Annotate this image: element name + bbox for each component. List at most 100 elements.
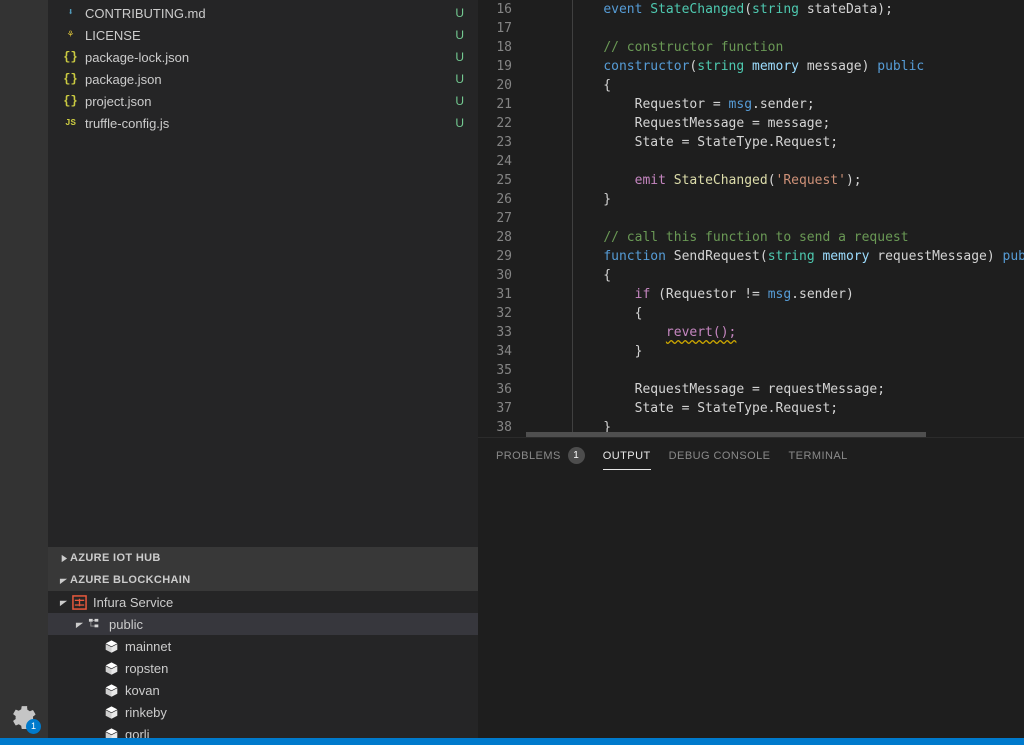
pane-header-azure-blockchain[interactable]: AZURE BLOCKCHAIN: [48, 569, 478, 591]
line-number: 19: [478, 57, 524, 76]
pane-header-azure-iot-hub[interactable]: AZURE IOT HUB: [48, 547, 478, 569]
code-line-text: }: [524, 190, 1024, 209]
code-line-text: {: [524, 266, 1024, 285]
explorer-file-list: ⬇ CONTRIBUTING.md U ⚘LICENSEU {} package-lock…: [48, 0, 478, 134]
explorer-file-item[interactable]: JStruffle-config.jsU: [48, 112, 478, 134]
activity-bar: 1: [0, 0, 48, 745]
manage-settings-button[interactable]: 1: [0, 705, 48, 731]
line-number: 32: [478, 304, 524, 323]
chevron-down-icon: [56, 598, 70, 607]
code-line-text: [524, 19, 1024, 38]
git-status-badge: U: [455, 72, 464, 86]
bottom-panel: PROBLEMS1 OUTPUT DEBUG CONSOLE TERMINAL: [478, 437, 1024, 745]
explorer-file-item[interactable]: {}project.jsonU: [48, 90, 478, 112]
panel-tab-debug-console[interactable]: DEBUG CONSOLE: [669, 438, 771, 473]
line-number: 36: [478, 380, 524, 399]
line-number: 22: [478, 114, 524, 133]
code-line: 17: [478, 19, 1024, 38]
chevron-right-icon: [56, 554, 70, 563]
chevron-down-icon: [56, 576, 70, 585]
json-icon: {}: [62, 49, 79, 65]
code-line-text: RequestMessage = requestMessage;: [524, 380, 1024, 399]
git-status-badge: U: [455, 94, 464, 108]
file-name: CONTRIBUTING.md: [85, 6, 447, 21]
tree-item-label: ropsten: [125, 661, 168, 676]
tree-item-mainnet[interactable]: mainnet: [48, 635, 478, 657]
blockchain-node-icon: [102, 639, 120, 654]
tree-item-label: mainnet: [125, 639, 171, 654]
git-status-badge: U: [455, 50, 464, 64]
line-number: 28: [478, 228, 524, 247]
code-line: 25 emit StateChanged('Request');: [478, 171, 1024, 190]
code-line-text: revert();: [524, 323, 1024, 342]
code-line: 30 {: [478, 266, 1024, 285]
line-number: 29: [478, 247, 524, 266]
code-line: 16 event StateChanged(string stateData);: [478, 0, 1024, 19]
infura-service-icon: [70, 595, 88, 610]
code-line-text: // call this function to send a request: [524, 228, 1024, 247]
chevron-down-icon: [72, 620, 86, 629]
code-line-text: [524, 209, 1024, 228]
status-bar[interactable]: [0, 738, 1024, 745]
line-number: 35: [478, 361, 524, 380]
blockchain-node-icon: [102, 705, 120, 720]
panel-tab-badge: 1: [568, 447, 585, 464]
tree-item-public[interactable]: public: [48, 613, 478, 635]
panel-tab-problems[interactable]: PROBLEMS1: [496, 438, 585, 473]
tree-item-label: kovan: [125, 683, 160, 698]
tree-item-ropsten[interactable]: ropsten: [48, 657, 478, 679]
code-line-text: {: [524, 304, 1024, 323]
sidebar: ⬇ CONTRIBUTING.md U ⚘LICENSEU {} package-lock…: [48, 0, 478, 745]
file-name: package-lock.json: [85, 50, 447, 65]
code-line: 34 }: [478, 342, 1024, 361]
code-line: 29 function SendRequest(string memory re…: [478, 247, 1024, 266]
tree-item-label: rinkeby: [125, 705, 167, 720]
code-line-text: // constructor function: [524, 38, 1024, 57]
code-line: 35: [478, 361, 1024, 380]
tree-item-rinkeby[interactable]: rinkeby: [48, 701, 478, 723]
line-number: 30: [478, 266, 524, 285]
line-number: 21: [478, 95, 524, 114]
code-line: 37 State = StateType.Request;: [478, 399, 1024, 418]
explorer-file-item[interactable]: {} package-lock.json U: [48, 46, 478, 68]
code-line-text: State = StateType.Request;: [524, 399, 1024, 418]
explorer-file-item[interactable]: ⚘LICENSEU: [48, 24, 478, 46]
line-number: 16: [478, 0, 524, 19]
panel-tab-output[interactable]: OUTPUT: [603, 438, 651, 473]
line-number: 31: [478, 285, 524, 304]
code-line-text: Requestor = msg.sender;: [524, 95, 1024, 114]
panel-tab-label: TERMINAL: [788, 450, 847, 462]
git-status-badge: U: [455, 6, 464, 20]
line-number: 23: [478, 133, 524, 152]
editor-area: 16 event StateChanged(string stateData);…: [478, 0, 1024, 745]
code-line-text: State = StateType.Request;: [524, 133, 1024, 152]
blockchain-node-icon: [102, 683, 120, 698]
explorer-file-item[interactable]: ⬇ CONTRIBUTING.md U: [48, 2, 478, 24]
tree-item-kovan[interactable]: kovan: [48, 679, 478, 701]
code-editor[interactable]: 16 event StateChanged(string stateData);…: [478, 0, 1024, 437]
output-panel-body[interactable]: [478, 473, 1024, 745]
tree-item-infura-service[interactable]: Infura Service: [48, 591, 478, 613]
license-icon: ⚘: [62, 27, 79, 43]
code-line: 36 RequestMessage = requestMessage;: [478, 380, 1024, 399]
code-line: 27: [478, 209, 1024, 228]
editor-horizontal-scrollbar[interactable]: [526, 432, 926, 437]
tree-item-label: Infura Service: [93, 595, 173, 610]
code-line-text: RequestMessage = message;: [524, 114, 1024, 133]
line-number: 17: [478, 19, 524, 38]
markdown-icon: ⬇: [62, 5, 79, 21]
line-number: 20: [478, 76, 524, 95]
code-line-text: [524, 361, 1024, 380]
explorer-file-item[interactable]: {}package.jsonU: [48, 68, 478, 90]
code-line: 31 if (Requestor != msg.sender): [478, 285, 1024, 304]
line-number: 24: [478, 152, 524, 171]
code-line: 21 Requestor = msg.sender;: [478, 95, 1024, 114]
panel-tab-terminal[interactable]: TERMINAL: [788, 438, 847, 473]
javascript-icon: JS: [62, 115, 79, 131]
code-line: 18 // constructor function: [478, 38, 1024, 57]
pane-title: AZURE IOT HUB: [70, 552, 161, 564]
code-line: 23 State = StateType.Request;: [478, 133, 1024, 152]
file-name: package.json: [85, 72, 447, 87]
code-line: 33 revert();: [478, 323, 1024, 342]
code-line: 24: [478, 152, 1024, 171]
